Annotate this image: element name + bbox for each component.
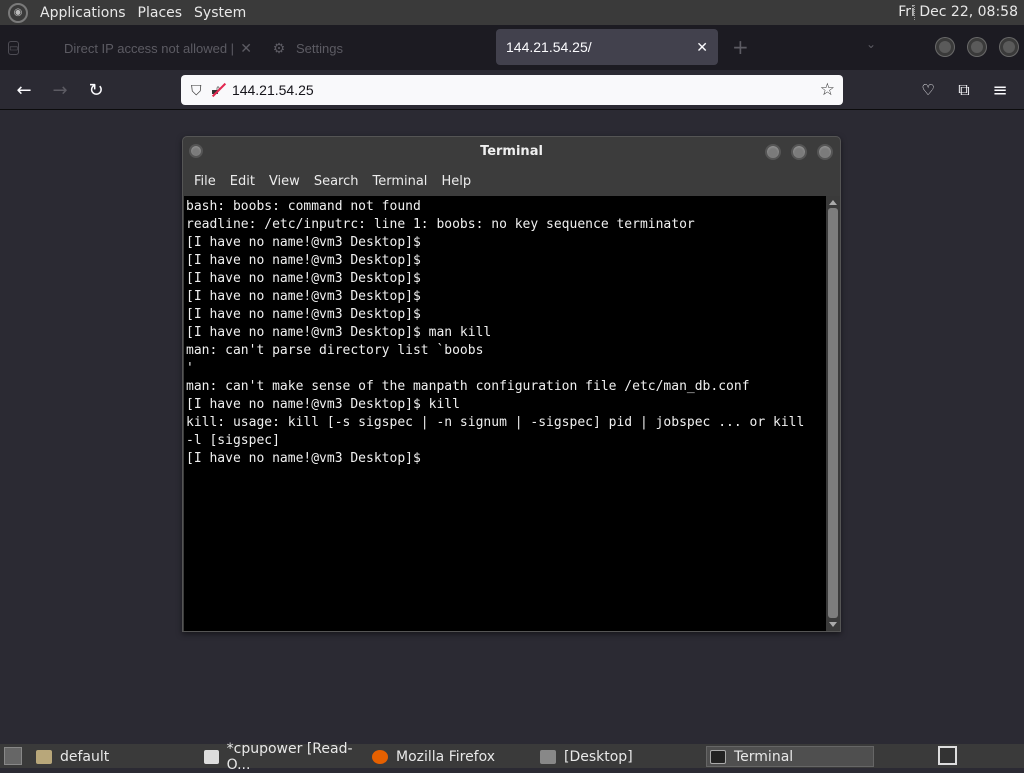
gear-icon: ⚙	[272, 39, 286, 56]
terminal-line: [I have no name!@vm3 Desktop]$ kill	[186, 397, 460, 412]
tab-active-ip[interactable]: 144.21.54.25/ ✕	[496, 29, 718, 65]
menu-file[interactable]: File	[187, 174, 223, 189]
terminal-line: '	[186, 361, 194, 376]
bookmark-star-icon[interactable]: ☆	[820, 80, 835, 100]
folder-icon	[36, 749, 52, 764]
close-icon[interactable]: ✕	[696, 39, 708, 56]
gnome-logo-icon[interactable]: ◉	[8, 2, 28, 23]
terminal-line: [I have no name!@vm3 Desktop]$	[186, 235, 421, 250]
menu-terminal[interactable]: Terminal	[365, 174, 434, 189]
close-window-button[interactable]	[1000, 38, 1018, 56]
nav-bar: ← → ↻ ⛉ 🔓︎ 144.21.54.25 ☆ ♡ ⧉ ≡	[0, 70, 1024, 110]
tab-settings[interactable]: ⚙ Settings	[272, 33, 492, 63]
close-button[interactable]	[817, 144, 833, 160]
terminal-line: [I have no name!@vm3 Desktop]$	[186, 307, 421, 322]
minimize-button[interactable]	[765, 144, 781, 160]
menu-edit[interactable]: Edit	[223, 174, 262, 189]
top-panel: ◉ Applications Places System Fri Dec 22,…	[0, 0, 1024, 25]
chevron-down-icon[interactable]: ⌄	[866, 37, 876, 51]
menu-view[interactable]: View	[262, 174, 307, 189]
applications-menu[interactable]: Applications	[34, 5, 132, 21]
tab-strip: ▭ Direct IP access not allowed | ✕ ⚙ Set…	[0, 25, 1024, 70]
maximize-window-button[interactable]	[968, 38, 986, 56]
terminal-menubar: File Edit View Search Terminal Help	[183, 167, 840, 195]
terminal-line: [I have no name!@vm3 Desktop]$	[186, 289, 421, 304]
taskbar-item-firefox[interactable]: Mozilla Firefox	[372, 746, 532, 767]
reload-icon[interactable]: ↻	[83, 78, 109, 102]
terminal-line: man: can't parse directory list `boobs	[186, 343, 484, 358]
pocket-icon[interactable]: ♡	[915, 78, 941, 102]
terminal-output[interactable]: bash: boobs: command not found readline: …	[184, 196, 826, 631]
maximize-button[interactable]	[791, 144, 807, 160]
terminal-icon	[710, 749, 726, 764]
terminal-scrollbar[interactable]	[826, 196, 840, 631]
window-menu-icon[interactable]	[189, 144, 203, 158]
show-desktop-icon[interactable]	[4, 747, 22, 765]
forward-arrow-icon[interactable]: →	[47, 78, 73, 102]
terminal-window[interactable]: Terminal File Edit View Search Terminal …	[182, 136, 841, 632]
panel-clock[interactable]: Fri Dec 22, 08:58	[898, 4, 1018, 20]
taskbar-item-default[interactable]: default	[36, 746, 196, 767]
terminal-line: [I have no name!@vm3 Desktop]$	[186, 253, 421, 268]
page-icon	[40, 41, 54, 55]
url-text[interactable]: 144.21.54.25	[232, 82, 314, 98]
terminal-line: -l [sigspec]	[186, 433, 280, 448]
taskbar-item-desktop[interactable]: [Desktop]	[540, 746, 700, 767]
minimize-window-button[interactable]	[936, 38, 954, 56]
insecure-lock-icon[interactable]: 🔓︎	[212, 82, 220, 98]
tab-label: Direct IP access not allowed |	[64, 40, 235, 56]
taskbar: default *cpupower [Read-O... Mozilla Fir…	[0, 741, 1024, 773]
text-editor-icon	[204, 749, 219, 764]
terminal-line: [I have no name!@vm3 Desktop]$ man kill	[186, 325, 492, 340]
places-menu[interactable]: Places	[132, 5, 189, 21]
taskbar-item-cpupower[interactable]: *cpupower [Read-O...	[204, 741, 364, 773]
menu-help[interactable]: Help	[434, 174, 478, 189]
firefox-icon	[372, 749, 388, 764]
taskbar-item-label: default	[60, 748, 110, 765]
menu-hamburger-icon[interactable]: ≡	[987, 78, 1013, 102]
extensions-icon[interactable]: ⧉	[951, 78, 977, 102]
taskbar-item-terminal[interactable]: Terminal	[706, 746, 874, 767]
terminal-line: [I have no name!@vm3 Desktop]$	[186, 451, 421, 466]
terminal-line: man: can't make sense of the manpath con…	[186, 379, 750, 394]
terminal-line: bash: boobs: command not found	[186, 199, 421, 214]
workspace-switcher[interactable]	[938, 746, 957, 765]
tab-direct-ip[interactable]: Direct IP access not allowed | ✕	[40, 33, 262, 63]
terminal-line: kill: usage: kill [-s sigspec | -n signu…	[186, 415, 805, 430]
new-tab-icon[interactable]: +	[732, 35, 749, 59]
taskbar-item-label: [Desktop]	[564, 748, 633, 765]
menu-search[interactable]: Search	[307, 174, 366, 189]
tab-label: Settings	[296, 40, 343, 56]
scroll-up-icon[interactable]	[829, 200, 837, 205]
taskbar-item-label: Terminal	[734, 748, 794, 765]
terminal-titlebar[interactable]: Terminal	[183, 137, 840, 167]
tab-label: 144.21.54.25/	[506, 39, 592, 55]
scroll-down-icon[interactable]	[829, 622, 837, 627]
taskbar-item-label: Mozilla Firefox	[396, 748, 496, 765]
scroll-thumb[interactable]	[828, 208, 838, 618]
close-icon[interactable]: ✕	[240, 40, 252, 57]
terminal-line: readline: /etc/inputrc: line 1: boobs: n…	[186, 217, 695, 232]
terminal-line: [I have no name!@vm3 Desktop]$	[186, 271, 421, 286]
system-menu[interactable]: System	[188, 5, 252, 21]
tab-overview-icon[interactable]: ▭	[8, 33, 28, 63]
folder-icon	[540, 749, 556, 764]
shield-icon[interactable]: ⛉	[191, 82, 202, 99]
url-bar[interactable]: ⛉ 🔓︎ 144.21.54.25 ☆	[181, 75, 843, 105]
terminal-title: Terminal	[480, 144, 543, 159]
firefox-view-icon: ▭	[8, 41, 20, 55]
back-arrow-icon[interactable]: ←	[11, 78, 37, 102]
